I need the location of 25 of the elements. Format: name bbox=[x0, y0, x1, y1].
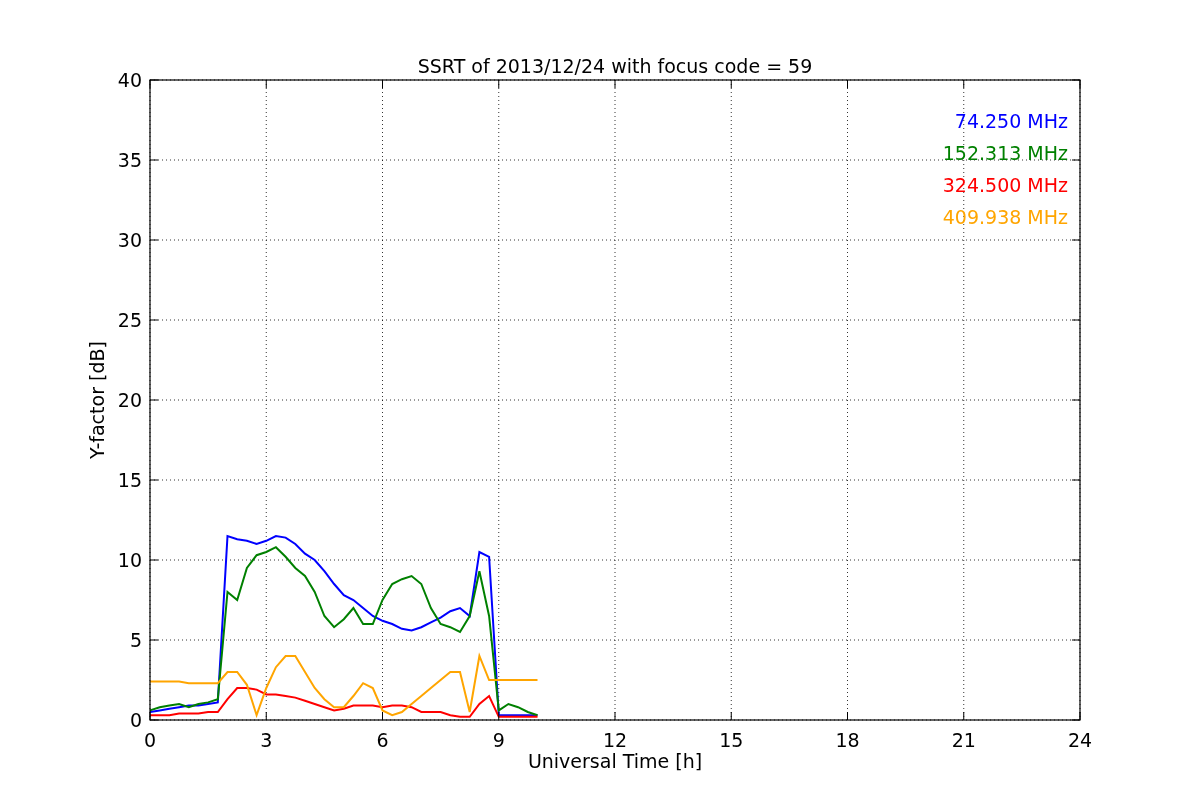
legend-label: 324.500 MHz bbox=[942, 174, 1068, 196]
legend-label: 409.938 MHz bbox=[942, 206, 1068, 228]
legend-label: 152.313 MHz bbox=[942, 142, 1068, 164]
y-tick-label: 15 bbox=[117, 469, 142, 491]
x-tick-label: 0 bbox=[143, 729, 157, 751]
y-tick-label: 10 bbox=[117, 549, 142, 571]
x-tick-label: 24 bbox=[1067, 729, 1093, 751]
chart-title: SSRT of 2013/12/24 with focus code = 59 bbox=[417, 55, 813, 77]
y-tick-label: 35 bbox=[117, 149, 142, 171]
x-axis-label: Universal Time [h] bbox=[527, 750, 703, 772]
x-tick-label: 18 bbox=[835, 729, 860, 751]
x-tick-label: 9 bbox=[492, 729, 505, 751]
y-tick-label: 40 bbox=[117, 69, 142, 91]
x-tick-label: 21 bbox=[951, 729, 976, 751]
x-tick-label: 6 bbox=[376, 729, 389, 751]
y-tick-label: 25 bbox=[117, 309, 142, 331]
y-tick-label: 30 bbox=[117, 229, 142, 251]
y-tick-label: 20 bbox=[117, 389, 142, 411]
y-tick-label: 0 bbox=[129, 709, 142, 731]
x-tick-label: 15 bbox=[719, 729, 744, 751]
y-axis-label: Y-factor [dB] bbox=[86, 341, 108, 459]
y-tick-label: 5 bbox=[129, 629, 142, 651]
legend-label: 74.250 MHz bbox=[954, 110, 1068, 132]
x-tick-label: 12 bbox=[602, 729, 628, 751]
x-tick-label: 3 bbox=[260, 729, 273, 751]
